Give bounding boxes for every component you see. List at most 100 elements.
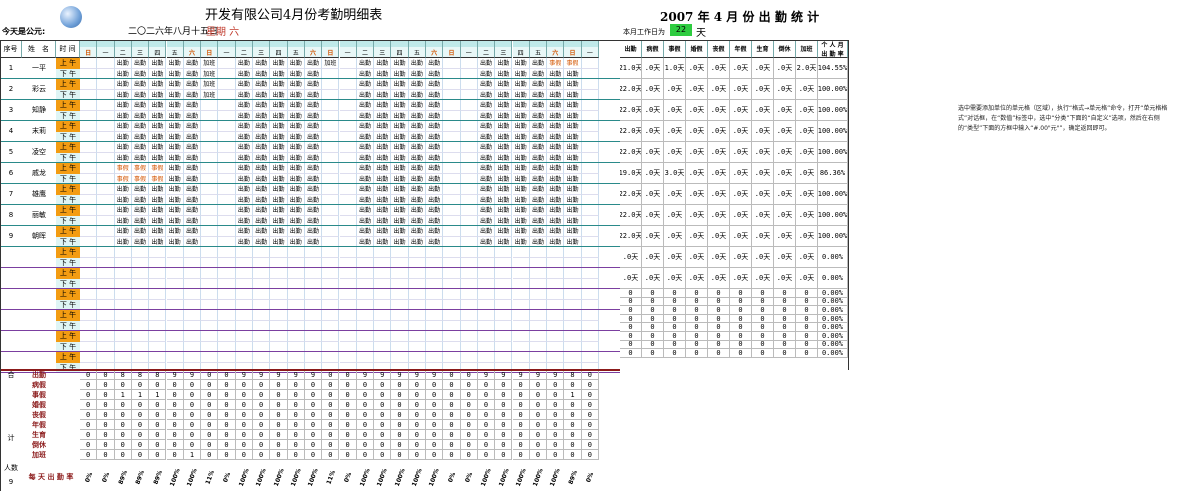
attendance-cell[interactable]: 出勤 [529, 184, 548, 195]
attendance-cell[interactable]: 出勤 [304, 163, 323, 174]
attendance-cell[interactable]: 出勤 [512, 163, 530, 174]
attendance-cell[interactable]: 事假 [114, 163, 132, 174]
attendance-cell[interactable]: 出勤 [114, 100, 132, 111]
attendance-cell[interactable] [218, 331, 236, 342]
attendance-cell[interactable] [512, 352, 530, 363]
attendance-cell[interactable] [581, 289, 599, 300]
attendance-cell[interactable] [322, 79, 340, 90]
attendance-cell[interactable] [201, 268, 219, 279]
attendance-cell[interactable]: 出勤 [547, 121, 565, 132]
attendance-cell[interactable] [166, 331, 184, 342]
attendance-cell[interactable] [201, 163, 219, 174]
attendance-cell[interactable] [201, 142, 219, 153]
attendance-cell[interactable] [408, 331, 426, 342]
attendance-cell[interactable]: 出勤 [391, 205, 409, 216]
attendance-cell[interactable]: 出勤 [149, 184, 167, 195]
attendance-cell[interactable] [426, 310, 444, 321]
attendance-cell[interactable]: 出勤 [270, 58, 288, 69]
attendance-cell[interactable]: 出勤 [391, 163, 409, 174]
attendance-cell[interactable] [356, 268, 375, 279]
attendance-cell[interactable] [80, 247, 98, 258]
attendance-cell[interactable]: 出勤 [477, 205, 496, 216]
attendance-cell[interactable]: 出勤 [253, 205, 271, 216]
attendance-cell[interactable]: 出勤 [426, 205, 444, 216]
attendance-cell[interactable] [460, 142, 478, 153]
attendance-cell[interactable] [408, 352, 426, 363]
attendance-cell[interactable]: 出勤 [304, 226, 323, 237]
attendance-cell[interactable] [339, 205, 357, 216]
attendance-cell[interactable] [443, 310, 461, 321]
attendance-cell[interactable] [529, 352, 548, 363]
attendance-cell[interactable]: 事假 [547, 58, 565, 69]
attendance-cell[interactable] [391, 331, 409, 342]
attendance-cell[interactable]: 出勤 [235, 163, 253, 174]
attendance-cell[interactable]: 出勤 [512, 79, 530, 90]
attendance-cell[interactable]: 出勤 [408, 79, 426, 90]
attendance-cell[interactable]: 出勤 [495, 100, 513, 111]
attendance-cell[interactable] [114, 331, 132, 342]
attendance-cell[interactable] [512, 268, 530, 279]
attendance-cell[interactable]: 出勤 [235, 205, 253, 216]
attendance-cell[interactable] [408, 289, 426, 300]
attendance-cell[interactable] [443, 163, 461, 174]
attendance-cell[interactable] [339, 289, 357, 300]
attendance-cell[interactable] [253, 331, 271, 342]
attendance-cell[interactable] [97, 226, 115, 237]
attendance-cell[interactable]: 出勤 [253, 226, 271, 237]
attendance-cell[interactable]: 出勤 [477, 121, 496, 132]
attendance-cell[interactable]: 出勤 [235, 142, 253, 153]
attendance-cell[interactable] [166, 352, 184, 363]
attendance-cell[interactable]: 出勤 [304, 121, 323, 132]
attendance-cell[interactable] [80, 100, 98, 111]
attendance-cell[interactable]: 出勤 [356, 205, 375, 216]
attendance-cell[interactable] [114, 289, 132, 300]
attendance-cell[interactable]: 出勤 [564, 226, 582, 237]
attendance-cell[interactable] [201, 289, 219, 300]
attendance-cell[interactable]: 出勤 [529, 121, 548, 132]
attendance-cell[interactable] [443, 205, 461, 216]
attendance-cell[interactable]: 出勤 [149, 121, 167, 132]
attendance-cell[interactable] [374, 268, 392, 279]
attendance-cell[interactable]: 出勤 [253, 142, 271, 153]
attendance-cell[interactable] [235, 268, 253, 279]
attendance-cell[interactable] [460, 184, 478, 195]
attendance-cell[interactable] [80, 289, 98, 300]
attendance-cell[interactable]: 出勤 [287, 121, 305, 132]
attendance-cell[interactable]: 出勤 [564, 121, 582, 132]
attendance-cell[interactable] [235, 352, 253, 363]
attendance-cell[interactable] [322, 268, 340, 279]
attendance-cell[interactable] [391, 352, 409, 363]
attendance-cell[interactable]: 出勤 [529, 163, 548, 174]
attendance-cell[interactable]: 出勤 [547, 79, 565, 90]
attendance-cell[interactable]: 出勤 [270, 79, 288, 90]
attendance-cell[interactable] [166, 268, 184, 279]
attendance-cell[interactable]: 出勤 [391, 184, 409, 195]
attendance-cell[interactable] [97, 268, 115, 279]
attendance-cell[interactable] [460, 268, 478, 279]
attendance-cell[interactable] [426, 268, 444, 279]
attendance-cell[interactable] [374, 310, 392, 321]
attendance-cell[interactable] [218, 163, 236, 174]
attendance-cell[interactable]: 出勤 [183, 205, 202, 216]
attendance-cell[interactable] [253, 289, 271, 300]
attendance-cell[interactable]: 出勤 [356, 226, 375, 237]
attendance-cell[interactable] [201, 184, 219, 195]
attendance-cell[interactable] [97, 205, 115, 216]
attendance-cell[interactable] [287, 247, 305, 258]
attendance-cell[interactable]: 出勤 [287, 184, 305, 195]
attendance-cell[interactable]: 出勤 [529, 58, 548, 69]
attendance-cell[interactable] [80, 142, 98, 153]
attendance-cell[interactable] [460, 100, 478, 111]
attendance-cell[interactable]: 出勤 [253, 184, 271, 195]
attendance-cell[interactable] [183, 268, 202, 279]
attendance-cell[interactable] [460, 226, 478, 237]
attendance-cell[interactable] [581, 100, 599, 111]
attendance-cell[interactable] [287, 289, 305, 300]
attendance-cell[interactable]: 出勤 [477, 100, 496, 111]
attendance-cell[interactable]: 出勤 [408, 226, 426, 237]
attendance-cell[interactable]: 出勤 [426, 163, 444, 174]
attendance-cell[interactable]: 加班 [201, 58, 219, 69]
attendance-cell[interactable] [495, 247, 513, 258]
attendance-cell[interactable] [581, 79, 599, 90]
attendance-cell[interactable]: 出勤 [356, 79, 375, 90]
